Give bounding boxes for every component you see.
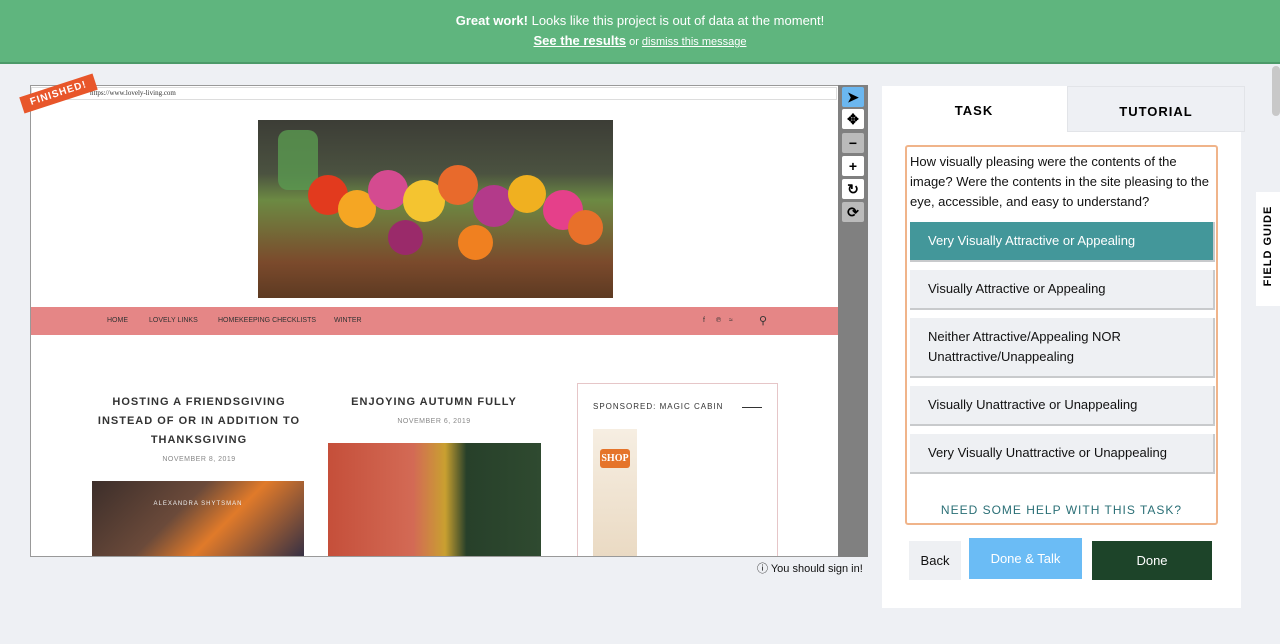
autumn-trees-image: [328, 443, 541, 556]
nav-home[interactable]: HOME: [107, 317, 128, 324]
image-caption: ALEXANDRA SHYTSMAN: [153, 501, 243, 507]
zoom-in-icon[interactable]: +: [842, 156, 864, 176]
answer-option-3[interactable]: Visually Unattractive or Unappealing: [910, 386, 1215, 426]
ad-image: SHOP: [593, 429, 637, 556]
hero-flower-image: [258, 120, 613, 298]
dismiss-link[interactable]: dismiss this message: [642, 36, 747, 48]
back-button[interactable]: Back: [909, 541, 961, 580]
move-tool-icon[interactable]: ✥: [842, 109, 864, 129]
field-guide-label: FIELD GUIDE: [1262, 205, 1274, 287]
info-icon: ⓘ: [757, 563, 771, 575]
answer-option-2[interactable]: Neither Attractive/Appealing NOR Unattra…: [910, 318, 1215, 378]
viewer-toolbar: ➤ ✥ − + ↻ ⟳: [838, 85, 868, 557]
facebook-icon[interactable]: f: [703, 317, 705, 324]
url-bar: https://www.lovely-living.com: [31, 87, 837, 100]
post-date: NOVEMBER 8, 2019: [162, 456, 236, 463]
rss-icon[interactable]: ≈: [729, 317, 733, 324]
rotate-icon[interactable]: ↻: [842, 179, 864, 199]
task-panel: TASK TUTORIAL How visually pleasing were…: [882, 86, 1245, 608]
nav-lovely-links[interactable]: LOVELY LINKS: [149, 317, 198, 324]
signin-text: You should sign in!: [770, 563, 863, 575]
friendsgiving-image: ALEXANDRA SHYTSMAN: [92, 481, 304, 556]
shop-button[interactable]: SHOP: [600, 449, 630, 468]
tab-tutorial[interactable]: TUTORIAL: [1067, 86, 1245, 132]
success-banner: Great work! Looks like this project is o…: [0, 0, 1280, 64]
answer-option-0[interactable]: Very Visually Attractive or Appealing: [910, 222, 1215, 262]
banner-bold: Great work!: [455, 13, 528, 28]
scrollbar[interactable]: [1272, 66, 1280, 116]
subject-viewer[interactable]: https://www.lovely-living.com HOME LOVEL…: [30, 85, 868, 557]
post-title[interactable]: HOSTING A FRIENDSGIVING INSTEAD OF OR IN…: [93, 393, 305, 450]
question-box: How visually pleasing were the contents …: [905, 145, 1218, 525]
signin-notice: ⓘ You should sign in!: [757, 560, 863, 576]
nav-homekeeping[interactable]: HOMEKEEPING CHECKLISTS: [218, 317, 316, 324]
banner-or: or: [626, 36, 642, 48]
search-icon[interactable]: ⚲: [759, 314, 767, 327]
question-text: How visually pleasing were the contents …: [910, 154, 1209, 209]
done-talk-button[interactable]: Done & Talk: [969, 538, 1082, 579]
answer-option-4[interactable]: Very Visually Unattractive or Unappealin…: [910, 434, 1215, 474]
sponsored-ad[interactable]: SPONSORED: MAGIC CABIN SHOP: [577, 383, 778, 556]
field-guide-tab[interactable]: FIELD GUIDE: [1256, 192, 1280, 306]
pinterest-icon[interactable]: ℗: [716, 317, 721, 324]
post-title[interactable]: ENJOYING AUTUMN FULLY: [328, 393, 540, 412]
zoom-out-icon[interactable]: −: [842, 133, 864, 153]
banner-message: Looks like this project is out of data a…: [527, 13, 825, 28]
answer-option-1[interactable]: Visually Attractive or Appealing: [910, 270, 1215, 310]
ad-title: SPONSORED: MAGIC CABIN: [593, 402, 724, 411]
done-button[interactable]: Done: [1092, 541, 1212, 580]
help-link[interactable]: NEED SOME HELP WITH THIS TASK?: [907, 503, 1216, 517]
see-results-link[interactable]: See the results: [534, 33, 627, 48]
post-date: NOVEMBER 6, 2019: [397, 418, 471, 425]
site-nav: HOME LOVELY LINKS HOMEKEEPING CHECKLISTS…: [31, 307, 839, 335]
tab-task[interactable]: TASK: [882, 86, 1066, 132]
ad-divider: [742, 407, 762, 408]
nav-winter[interactable]: WINTER: [334, 317, 362, 324]
reset-icon[interactable]: ⟳: [842, 202, 864, 222]
pointer-tool-icon[interactable]: ➤: [842, 87, 864, 107]
